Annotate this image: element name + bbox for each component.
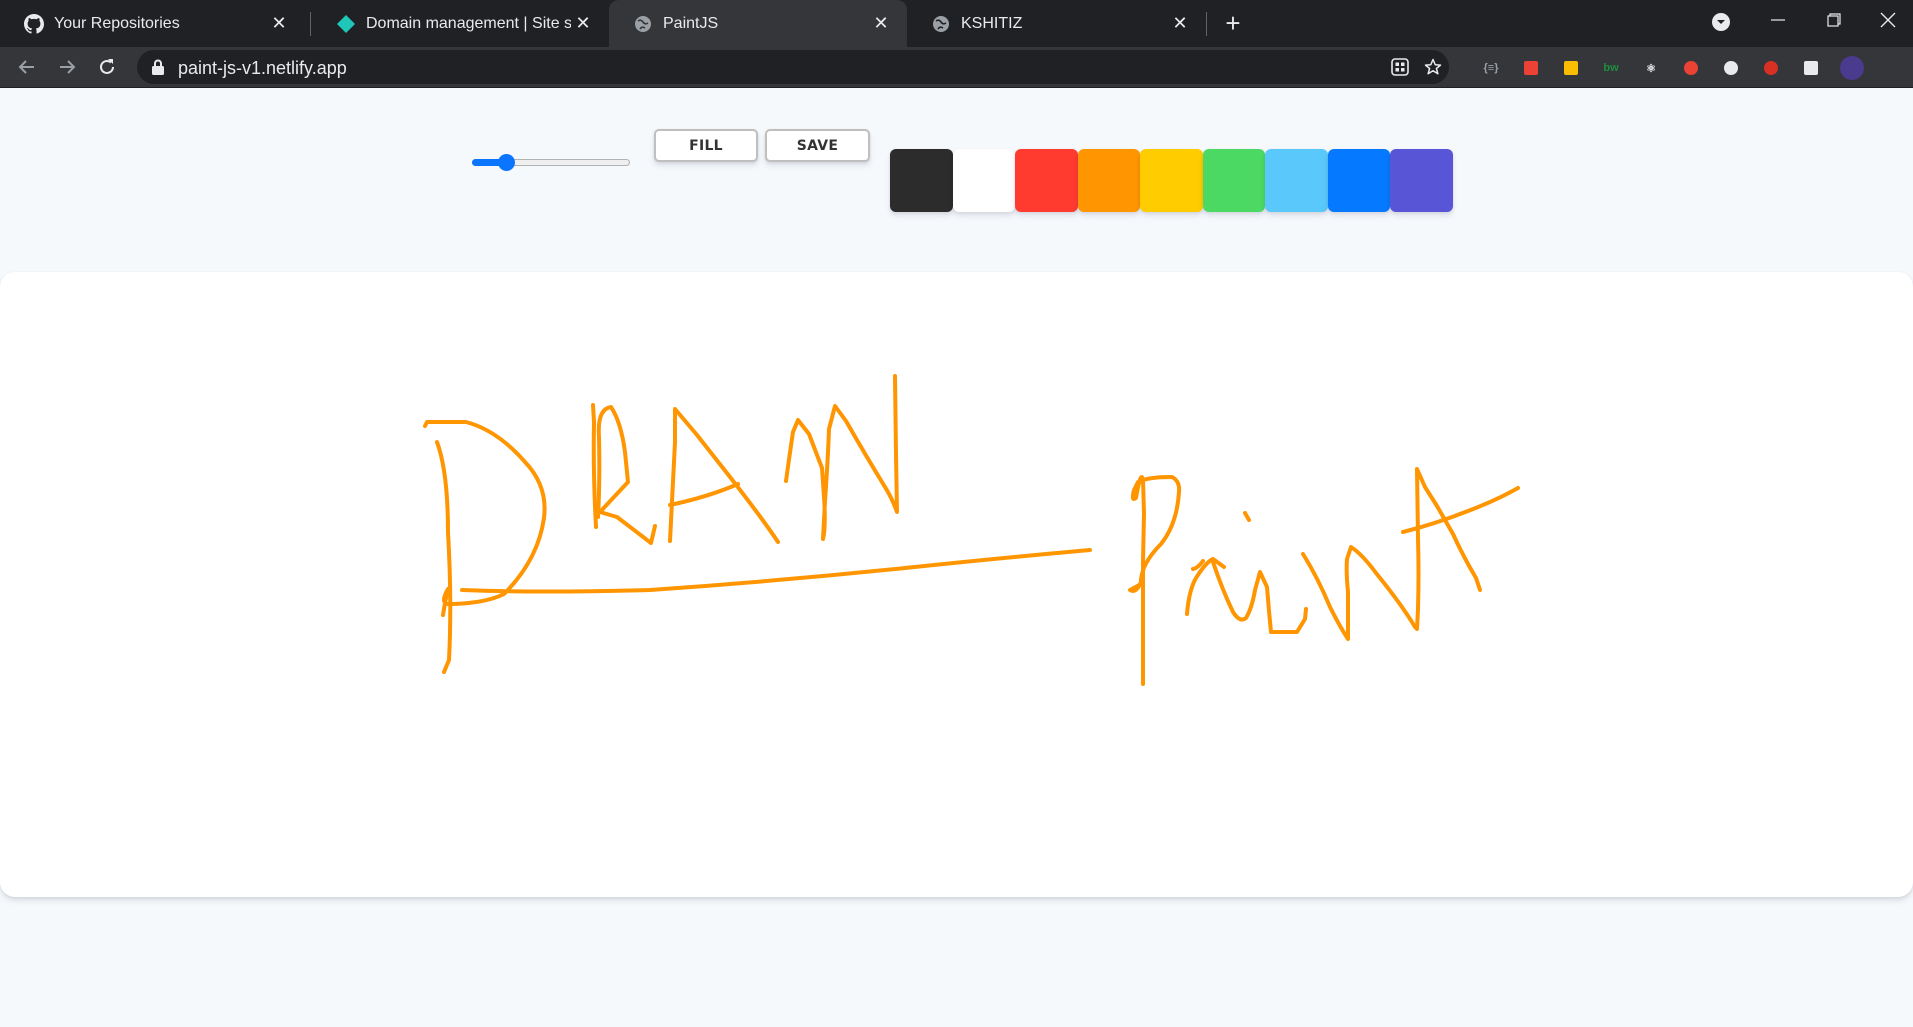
- color-swatch-yellow[interactable]: [1140, 149, 1203, 212]
- stroke-n2: [1301, 467, 1482, 641]
- minimize-icon[interactable]: [1753, 0, 1803, 40]
- stroke-dot: [1243, 511, 1251, 522]
- lock-icon[interactable]: [151, 59, 165, 75]
- paintjs-page: Fill Save: [0, 88, 1913, 1027]
- close-window-icon[interactable]: [1863, 0, 1913, 40]
- tab-title: Your Repositories: [54, 14, 180, 32]
- reload-icon[interactable]: [91, 51, 123, 83]
- stroke-w: [784, 374, 899, 541]
- drawing-strokes: [423, 374, 1520, 686]
- forward-arrow-icon[interactable]: [51, 51, 83, 83]
- new-tab-plus-icon[interactable]: +: [1218, 8, 1248, 38]
- tab-separator: [310, 12, 311, 36]
- bookmark-star-icon[interactable]: [1424, 58, 1442, 76]
- profile-avatar-icon[interactable]: [1840, 56, 1864, 80]
- tab-domain-management[interactable]: Domain management | Site settin ✕: [312, 0, 609, 47]
- stroke-p-stem: [1128, 475, 1182, 686]
- color-swatch-red[interactable]: [1015, 149, 1078, 212]
- drawing-canvas[interactable]: [0, 272, 1913, 897]
- globe-icon: [931, 14, 951, 34]
- slider-thumb[interactable]: [497, 154, 515, 171]
- github-icon: [24, 13, 44, 34]
- color-swatch-orange[interactable]: [1077, 149, 1140, 212]
- tab-kshitiz[interactable]: KSHITIZ ✕: [907, 0, 1206, 47]
- save-button[interactable]: Save: [765, 129, 870, 162]
- globe-icon: [633, 14, 653, 34]
- puzzle-extensions-icon[interactable]: [1800, 57, 1822, 79]
- stroke-d-stem: [435, 440, 453, 674]
- stroke-cross: [1401, 486, 1520, 534]
- address-bar[interactable]: paint-js-v1.netlify.app: [137, 50, 1449, 84]
- stroke-r-stem: [596, 405, 657, 545]
- hammer-ext-icon[interactable]: [1560, 57, 1582, 79]
- tab-title: KSHITIZ: [961, 14, 1023, 32]
- stroke-a-bar: [668, 482, 740, 507]
- color-palette: [890, 149, 1453, 212]
- bw-ext-icon[interactable]: bw: [1600, 57, 1622, 79]
- tab-title: PaintJS: [663, 14, 719, 32]
- url-text: paint-js-v1.netlify.app: [178, 58, 347, 78]
- stroke-r-stem2: [591, 403, 598, 529]
- json-viewer-icon[interactable]: {≡}: [1480, 57, 1502, 79]
- color-swatch-purple[interactable]: [1390, 149, 1453, 212]
- close-tab-icon[interactable]: ✕: [869, 12, 893, 36]
- netlify-icon: [336, 14, 356, 34]
- color-swatch-skyblue[interactable]: [1265, 149, 1328, 212]
- tab-your-repositories[interactable]: Your Repositories ✕: [0, 0, 305, 47]
- color-swatch-black[interactable]: [890, 149, 953, 212]
- stroke-a-legs: [668, 407, 780, 544]
- tab-paintjs[interactable]: PaintJS ✕: [609, 0, 907, 47]
- stroke-underline: [460, 548, 1092, 594]
- close-tab-icon[interactable]: ✕: [571, 12, 595, 36]
- tab-separator: [1206, 12, 1207, 36]
- brush-size-slider[interactable]: [470, 154, 632, 171]
- stroke-n: [1211, 560, 1308, 634]
- browser-tab-strip: Your Repositories ✕ Domain management | …: [0, 0, 1913, 47]
- qr-code-icon[interactable]: [1391, 58, 1409, 76]
- color-swatch-white[interactable]: [952, 149, 1015, 212]
- restore-icon[interactable]: [1809, 0, 1859, 40]
- colorful-ext-icon[interactable]: [1680, 57, 1702, 79]
- stroke-d-bowl: [423, 420, 547, 617]
- close-tab-icon[interactable]: ✕: [1168, 12, 1192, 36]
- color-swatch-blue[interactable]: [1327, 149, 1390, 212]
- stop-ext-icon[interactable]: [1760, 57, 1782, 79]
- back-arrow-icon[interactable]: [11, 51, 43, 83]
- color-swatch-green[interactable]: [1202, 149, 1265, 212]
- tab-title: Domain management | Site settin: [366, 14, 571, 32]
- calendar-ext-icon[interactable]: [1520, 57, 1542, 79]
- react-devtools-icon[interactable]: ⚛: [1640, 57, 1662, 79]
- lighthouse-ext-icon[interactable]: [1720, 57, 1742, 79]
- browser-toolbar: paint-js-v1.netlify.app {≡} bw ⚛: [0, 47, 1913, 88]
- close-tab-icon[interactable]: ✕: [267, 12, 291, 36]
- fill-mode-button[interactable]: Fill: [654, 129, 758, 162]
- tab-search-icon[interactable]: [1696, 2, 1746, 42]
